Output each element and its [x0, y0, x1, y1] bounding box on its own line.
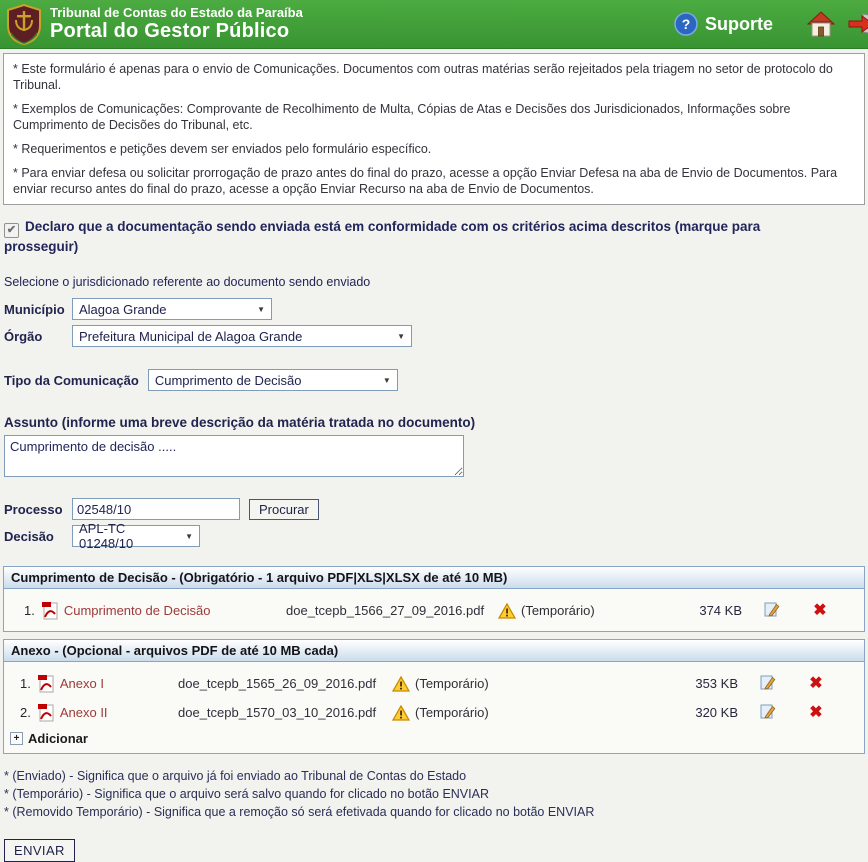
- file-name: doe_tcepb_1566_27_09_2016.pdf: [286, 603, 498, 618]
- orgao-row: Órgão Prefeitura Municipal de Alagoa Gra…: [4, 325, 864, 347]
- pdf-icon: [41, 601, 58, 620]
- orgao-label: Órgão: [4, 329, 72, 344]
- header-titles: Tribunal de Contas do Estado da Paraíba …: [50, 6, 303, 42]
- enviar-button[interactable]: ENVIAR: [4, 839, 75, 862]
- file-name: doe_tcepb_1570_03_10_2016.pdf: [178, 705, 392, 720]
- assunto-block: Assunto (informe uma breve descrição da …: [4, 415, 864, 482]
- warning-icon: [392, 705, 410, 721]
- add-anexo-label: Adicionar: [28, 731, 88, 746]
- legend-line: * (Enviado) - Significa que o arquivo já…: [4, 768, 864, 785]
- notice-line: * Exemplos de Comunicações: Comprovante …: [13, 101, 855, 133]
- file-status-label: (Temporário): [521, 603, 595, 618]
- declaration-row: ✔Declaro que a documentação sendo enviad…: [4, 218, 832, 255]
- chevron-down-icon: ▼: [383, 376, 391, 385]
- file-type-label[interactable]: Anexo I: [60, 676, 104, 691]
- decisao-value: APL-TC 01248/10: [79, 521, 177, 551]
- tipo-value: Cumprimento de Decisão: [155, 373, 302, 388]
- assunto-label: Assunto (informe uma breve descrição da …: [4, 415, 864, 430]
- notice-line: * Este formulário é apenas para o envio …: [13, 61, 855, 93]
- section-title: Anexo - (Opcional - arquivos PDF de até …: [4, 640, 864, 662]
- decisao-row: Decisão APL-TC 01248/10 ▼: [4, 525, 864, 547]
- legend-line: * (Temporário) - Significa que o arquivo…: [4, 786, 864, 803]
- support-link[interactable]: ? Suporte: [674, 12, 773, 36]
- header-actions: ? Suporte: [674, 11, 868, 37]
- plus-icon: +: [10, 732, 23, 745]
- legend-line: * (Removido Temporário) - Significa que …: [4, 804, 864, 821]
- notice-line: * Para enviar defesa ou solicitar prorro…: [13, 165, 855, 197]
- municipio-value: Alagoa Grande: [79, 302, 166, 317]
- notice-line: * Requerimentos e petições devem ser env…: [13, 141, 855, 157]
- file-type-label[interactable]: Cumprimento de Decisão: [64, 603, 211, 618]
- tipo-label: Tipo da Comunicação: [4, 373, 139, 388]
- declaration-label: Declaro que a documentação sendo enviada…: [4, 219, 760, 254]
- section-title: Cumprimento de Decisão - (Obrigatório - …: [4, 567, 864, 589]
- file-status-label: (Temporário): [415, 705, 489, 720]
- file-size: 353 KB: [680, 676, 744, 691]
- instructions-box: * Este formulário é apenas para o envio …: [3, 53, 865, 205]
- status-legend: * (Enviado) - Significa que o arquivo já…: [4, 768, 864, 821]
- jurisdicionado-intro: Selecione o jurisdicionado referente ao …: [4, 275, 864, 289]
- delete-file-icon[interactable]: ✖: [792, 676, 840, 692]
- procurar-button[interactable]: Procurar: [249, 499, 319, 520]
- question-glyph: ?: [682, 16, 691, 32]
- processo-row: Processo Procurar: [4, 498, 864, 520]
- orgao-select[interactable]: Prefeitura Municipal de Alagoa Grande ▼: [72, 325, 412, 347]
- declaration-checkbox[interactable]: ✔: [4, 223, 19, 238]
- page-title: Portal do Gestor Público: [50, 20, 303, 42]
- assunto-textarea[interactable]: Cumprimento de decisão .....: [4, 435, 464, 477]
- delete-file-icon[interactable]: ✖: [796, 603, 844, 619]
- support-label: Suporte: [705, 14, 773, 35]
- orgao-value: Prefeitura Municipal de Alagoa Grande: [79, 329, 302, 344]
- decisao-label: Decisão: [4, 529, 72, 544]
- municipio-label: Município: [4, 302, 72, 317]
- tipo-select[interactable]: Cumprimento de Decisão ▼: [148, 369, 398, 391]
- tipo-row: Tipo da Comunicação Cumprimento de Decis…: [4, 369, 864, 391]
- file-row: 1. Cumprimento de Decisão doe_tcepb_1566…: [4, 596, 864, 625]
- exit-icon[interactable]: [847, 12, 868, 36]
- chevron-down-icon: ▼: [397, 332, 405, 341]
- chevron-down-icon: ▼: [185, 532, 193, 541]
- municipio-select[interactable]: Alagoa Grande ▼: [72, 298, 272, 320]
- edit-file-icon[interactable]: [744, 703, 792, 722]
- file-number: 1.: [24, 603, 35, 618]
- pdf-icon: [37, 703, 54, 722]
- file-name: doe_tcepb_1565_26_09_2016.pdf: [178, 676, 392, 691]
- edit-file-icon[interactable]: [744, 674, 792, 693]
- delete-file-icon[interactable]: ✖: [792, 705, 840, 721]
- municipio-row: Município Alagoa Grande ▼: [4, 298, 864, 320]
- warning-icon: [392, 676, 410, 692]
- pdf-icon: [37, 674, 54, 693]
- tce-pb-logo: [6, 4, 42, 45]
- decisao-select[interactable]: APL-TC 01248/10 ▼: [72, 525, 200, 547]
- file-number: 1.: [20, 676, 31, 691]
- edit-file-icon[interactable]: [748, 601, 796, 620]
- org-title: Tribunal de Contas do Estado da Paraíba: [50, 6, 303, 20]
- home-icon[interactable]: [807, 11, 835, 37]
- file-size: 320 KB: [680, 705, 744, 720]
- warning-icon: [498, 603, 516, 619]
- file-row: 1. Anexo I doe_tcepb_1565_26_09_2016.pdf…: [4, 669, 864, 698]
- app-header: Tribunal de Contas do Estado da Paraíba …: [0, 0, 868, 49]
- processo-input[interactable]: [72, 498, 240, 520]
- question-icon: ?: [674, 12, 698, 36]
- file-size: 374 KB: [684, 603, 748, 618]
- cumprimento-section: Cumprimento de Decisão - (Obrigatório - …: [3, 566, 865, 632]
- processo-label: Processo: [4, 502, 72, 517]
- anexo-section: Anexo - (Opcional - arquivos PDF de até …: [3, 639, 865, 754]
- file-status-label: (Temporário): [415, 676, 489, 691]
- chevron-down-icon: ▼: [257, 305, 265, 314]
- file-type-label[interactable]: Anexo II: [60, 705, 108, 720]
- file-number: 2.: [20, 705, 31, 720]
- file-row: 2. Anexo II doe_tcepb_1570_03_10_2016.pd…: [4, 698, 864, 727]
- add-anexo-button[interactable]: + Adicionar: [4, 727, 864, 747]
